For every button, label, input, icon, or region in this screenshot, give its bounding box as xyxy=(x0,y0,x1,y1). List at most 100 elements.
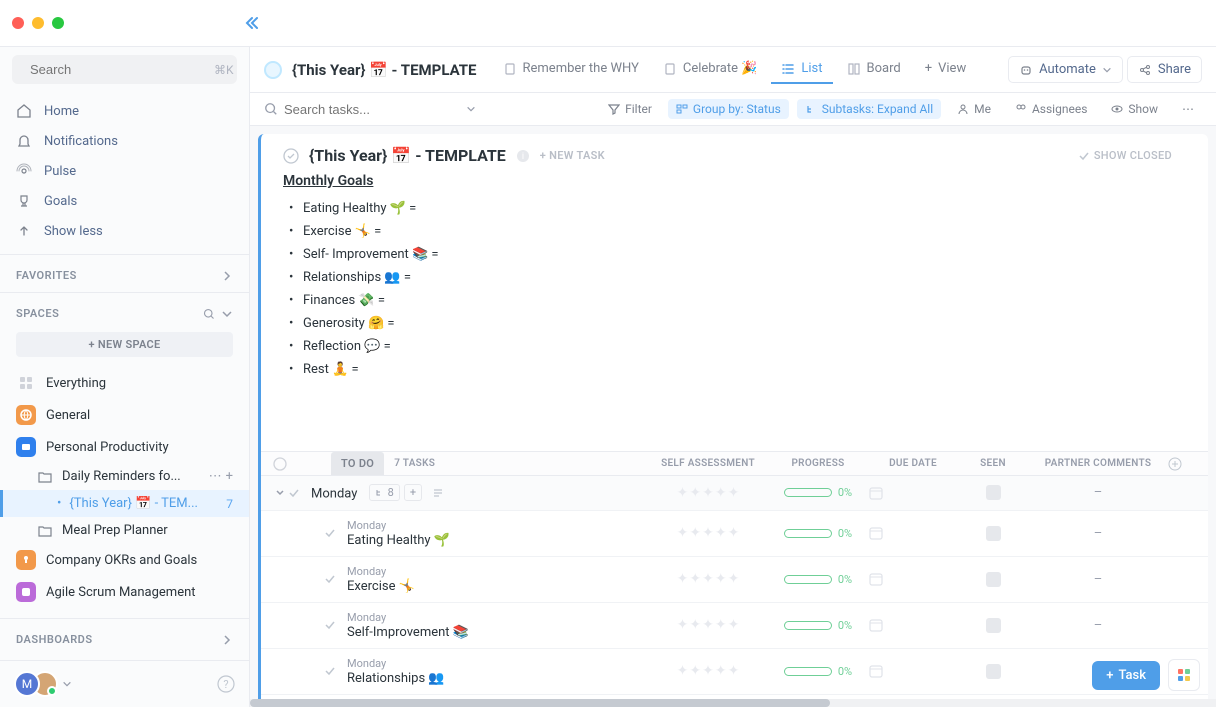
spaces-header[interactable]: SPACES xyxy=(0,297,249,326)
due-date-cell[interactable] xyxy=(868,663,958,679)
chevron-down-icon[interactable] xyxy=(62,679,72,689)
task-name[interactable]: Exercise 🤸 xyxy=(347,579,415,594)
more-icon[interactable]: ⋯ xyxy=(209,469,222,484)
task-search-input[interactable] xyxy=(284,102,460,117)
status-todo[interactable]: TO DO xyxy=(331,452,384,475)
due-date-cell[interactable] xyxy=(868,617,958,633)
list-this-year[interactable]: • {This Year} 📅 - TEM... 7 xyxy=(0,490,249,517)
search-icon[interactable] xyxy=(203,308,215,320)
seen-cell[interactable] xyxy=(958,572,1028,587)
close-window-icon[interactable] xyxy=(12,17,24,29)
partner-comments-cell[interactable]: – xyxy=(1028,572,1168,587)
new-task-fab[interactable]: + Task xyxy=(1092,661,1160,690)
space-personal-productivity[interactable]: Personal Productivity xyxy=(0,431,249,463)
check-circle-icon[interactable] xyxy=(273,457,287,471)
apps-fab[interactable] xyxy=(1168,659,1200,691)
user-avatars[interactable]: M xyxy=(14,671,72,697)
task-name[interactable]: Eating Healthy 🌱 xyxy=(347,533,450,548)
search-box[interactable]: ⌘K xyxy=(12,55,237,84)
check-icon[interactable] xyxy=(323,664,337,678)
seen-cell[interactable] xyxy=(958,485,1028,500)
search-input[interactable] xyxy=(30,62,206,77)
progress-cell[interactable]: 0% xyxy=(768,486,868,499)
nav-pulse[interactable]: Pulse xyxy=(0,156,249,186)
plus-icon[interactable]: + xyxy=(226,469,233,484)
progress-cell[interactable]: 0% xyxy=(768,619,868,632)
subtask-count-pill[interactable]: 8 xyxy=(369,484,400,501)
nav-show-less[interactable]: Show less xyxy=(0,216,249,246)
nav-home[interactable]: Home xyxy=(0,96,249,126)
subtasks-button[interactable]: Subtasks: Expand All xyxy=(797,99,941,119)
horizontal-scrollbar[interactable] xyxy=(250,699,1216,707)
space-agile-scrum[interactable]: Agile Scrum Management xyxy=(0,576,249,608)
share-button[interactable]: Share xyxy=(1127,56,1202,83)
maximize-window-icon[interactable] xyxy=(52,17,64,29)
window-controls[interactable] xyxy=(12,17,64,29)
task-row[interactable]: Monday Relationships 👥 ✦✦✦✦✦ 0% – xyxy=(261,649,1208,695)
check-icon[interactable] xyxy=(323,526,337,540)
due-date-cell[interactable] xyxy=(868,525,958,541)
add-column-button[interactable] xyxy=(1168,457,1208,471)
task-row[interactable]: Monday 8 + ✦✦✦✦✦ xyxy=(261,476,1208,511)
me-button[interactable]: Me xyxy=(949,99,999,119)
assignees-button[interactable]: Assignees xyxy=(1007,99,1095,119)
tab-remember-why[interactable]: Remember the WHY xyxy=(493,55,649,84)
sidebar-collapse-button[interactable] xyxy=(244,15,260,31)
new-space-button[interactable]: + NEW SPACE xyxy=(16,332,233,357)
progress-cell[interactable]: 0% xyxy=(768,573,868,586)
column-partner-comments[interactable]: PARTNER COMMENTS xyxy=(1028,458,1168,469)
folder-daily-reminders[interactable]: Daily Reminders fo... ⋯ + xyxy=(0,463,249,490)
column-due-date[interactable]: DUE DATE xyxy=(868,458,958,469)
column-progress[interactable]: PROGRESS xyxy=(768,458,868,469)
check-icon[interactable] xyxy=(323,572,337,586)
favorites-header[interactable]: FAVORITES xyxy=(0,259,249,288)
tab-list[interactable]: List xyxy=(771,55,832,84)
progress-cell[interactable]: 0% xyxy=(768,527,868,540)
info-icon[interactable]: i xyxy=(516,149,530,163)
help-icon[interactable]: ? xyxy=(217,675,235,693)
new-task-button[interactable]: + NEW TASK xyxy=(540,149,605,162)
check-icon[interactable] xyxy=(287,486,301,500)
more-options-button[interactable]: ⋯ xyxy=(1174,99,1202,119)
self-assessment-cell[interactable]: ✦✦✦✦✦ xyxy=(648,663,768,679)
task-name[interactable]: Monday xyxy=(311,487,357,502)
self-assessment-cell[interactable]: ✦✦✦✦✦ xyxy=(648,571,768,587)
filter-button[interactable]: Filter xyxy=(600,99,660,119)
show-closed-button[interactable]: SHOW CLOSED xyxy=(1078,149,1186,162)
self-assessment-cell[interactable]: ✦✦✦✦✦ xyxy=(648,525,768,541)
list-status-icon[interactable] xyxy=(264,61,282,79)
space-general[interactable]: General xyxy=(0,399,249,431)
check-circle-icon[interactable] xyxy=(283,148,299,164)
show-button[interactable]: Show xyxy=(1103,99,1166,119)
tab-board[interactable]: Board xyxy=(837,55,911,84)
due-date-cell[interactable] xyxy=(868,485,958,501)
task-row[interactable]: Monday Eating Healthy 🌱 ✦✦✦✦✦ 0% – xyxy=(261,511,1208,557)
task-name[interactable]: Relationships 👥 xyxy=(347,671,445,686)
automate-button[interactable]: Automate xyxy=(1008,56,1123,83)
progress-cell[interactable]: 0% xyxy=(768,665,868,678)
group-by-button[interactable]: Group by: Status xyxy=(668,99,789,119)
partner-comments-cell[interactable]: – xyxy=(1028,618,1168,633)
due-date-cell[interactable] xyxy=(868,571,958,587)
space-everything[interactable]: Everything xyxy=(0,367,249,399)
column-seen[interactable]: SEEN xyxy=(958,458,1028,469)
avatar[interactable]: M xyxy=(14,671,40,697)
self-assessment-cell[interactable]: ✦✦✦✦✦ xyxy=(648,485,768,501)
add-subtask-button[interactable]: + xyxy=(404,484,422,501)
seen-cell[interactable] xyxy=(958,526,1028,541)
folder-meal-prep[interactable]: Meal Prep Planner xyxy=(0,517,249,544)
minimize-window-icon[interactable] xyxy=(32,17,44,29)
dashboards-header[interactable]: DASHBOARDS xyxy=(0,623,249,652)
self-assessment-cell[interactable]: ✦✦✦✦✦ xyxy=(648,617,768,633)
chevron-down-icon[interactable] xyxy=(466,104,476,114)
tab-add-view[interactable]: + View xyxy=(915,55,977,84)
check-icon[interactable] xyxy=(323,618,337,632)
tab-celebrate[interactable]: Celebrate 🎉 xyxy=(653,55,768,84)
task-name[interactable]: Self-Improvement 📚 xyxy=(347,625,469,640)
chevron-down-icon[interactable] xyxy=(221,308,233,320)
description-icon[interactable] xyxy=(432,487,444,499)
partner-comments-cell[interactable]: – xyxy=(1028,485,1168,500)
chevron-down-icon[interactable] xyxy=(275,488,285,498)
task-row[interactable]: Monday Exercise 🤸 ✦✦✦✦✦ 0% – xyxy=(261,557,1208,603)
column-self-assessment[interactable]: SELF ASSESSMENT xyxy=(648,458,768,469)
